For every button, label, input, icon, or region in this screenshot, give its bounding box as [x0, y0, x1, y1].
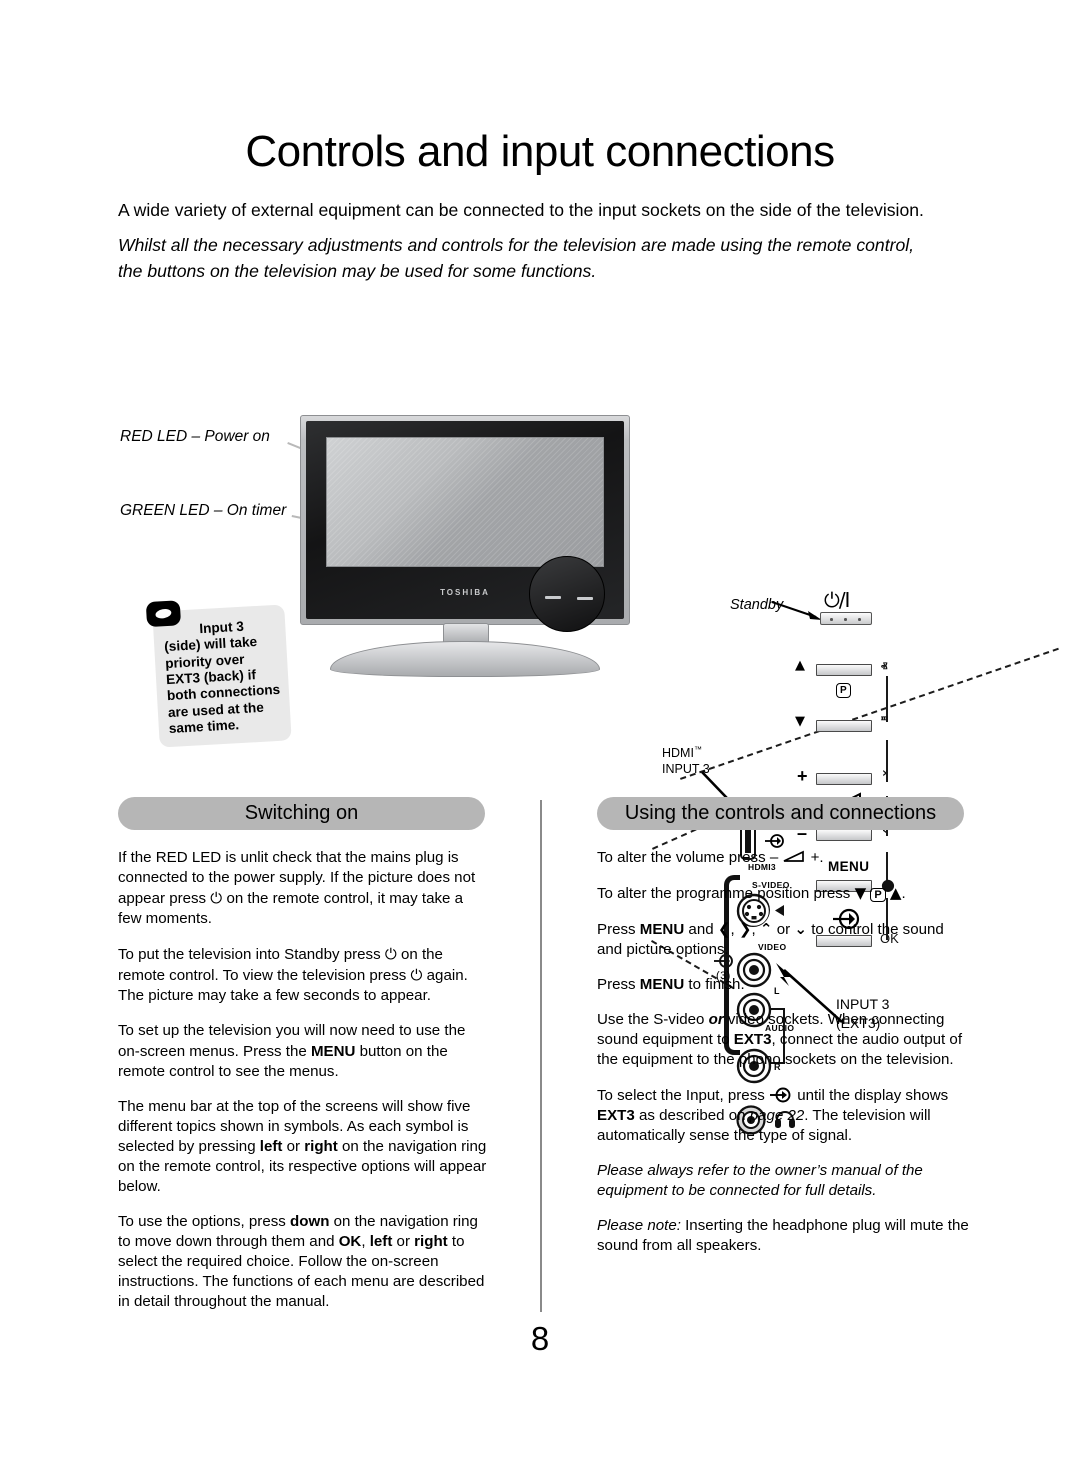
right-paragraph-3: Press MENU and ❮, ❯, ⌃ or ⌄ to control t…	[597, 920, 944, 959]
nav-down-icon: ⌄	[794, 920, 808, 939]
programme-up-icon: ▲	[795, 658, 805, 673]
rp3-or: or	[772, 921, 795, 939]
hdmi-trademark-icon: ™	[693, 745, 702, 754]
input-select-icon	[770, 1087, 791, 1102]
column-divider	[540, 800, 542, 1312]
right-text-column: To alter the volume press – +. To alter …	[597, 848, 969, 1271]
right-paragraph-7: Please always refer to the owner’s manua…	[597, 1161, 923, 1199]
section-header-using-controls: Using the controls and connections	[597, 797, 964, 830]
lp4-or: or	[282, 1137, 305, 1155]
lp4-left: left	[259, 1137, 283, 1155]
lp3-menu: MENU	[310, 1042, 356, 1060]
programme-up-icon: ▲	[889, 884, 902, 903]
power-icon: ⏻	[210, 889, 223, 908]
lp5-or: or	[392, 1233, 415, 1250]
volume-down-key[interactable]	[816, 829, 872, 841]
power-icon: ⏻	[410, 966, 423, 985]
rp5-a: Use the S-video	[597, 1011, 709, 1029]
tv-stand	[300, 623, 630, 677]
rp4-menu: MENU	[639, 976, 685, 994]
rp6-page: page 22	[749, 1106, 805, 1124]
rp6-b: until the display shows	[793, 1086, 949, 1104]
power-icon: ⏻	[384, 945, 397, 964]
note-text: Input 3 (side) will take priority over E…	[163, 617, 283, 737]
lp5-ok: OK	[338, 1233, 362, 1250]
section-header-left-label: Switching on	[244, 802, 359, 824]
section-header-right-label: Using the controls and connections	[624, 802, 937, 824]
programme-down-icon: ▼	[854, 884, 867, 903]
power-symbol: ⏻/I	[824, 588, 850, 612]
nav-right-icon: ›	[882, 766, 888, 781]
right-paragraph-8: Please note: Inserting the headphone plu…	[597, 1216, 969, 1256]
section-header-switching-on: Switching on	[118, 797, 485, 830]
lp5-right: right	[414, 1233, 448, 1250]
rp8-a: Please note:	[597, 1216, 681, 1234]
tv-cabinet: TOSHIBA	[300, 415, 630, 632]
lp4-right: right	[304, 1137, 338, 1155]
green-led-indicator	[577, 597, 593, 600]
rp3-menu: MENU	[639, 921, 685, 939]
lp5-down: down	[290, 1212, 330, 1230]
rp6-a: To select the Input, press	[597, 1086, 769, 1104]
lp5-a: To use the options, press	[118, 1212, 291, 1230]
programme-down-key[interactable]	[816, 720, 872, 732]
volume-symbol-icon	[784, 850, 805, 862]
nav-down-icon: ⱎ	[881, 714, 889, 729]
rp2-a: To alter the programme position press	[597, 885, 855, 903]
led-closeup-circle	[529, 556, 605, 632]
rp1-a: To alter the volume press –	[597, 849, 783, 866]
lp2-a: To put the television into Standby press	[118, 946, 385, 964]
priority-note-box: Input 3 (side) will take priority over E…	[145, 600, 292, 748]
nav-right-icon: ❯	[738, 920, 752, 939]
television-illustration: TOSHIBA	[300, 415, 630, 677]
tv-diagram: RED LED – Power on GREEN LED – On timer …	[0, 290, 1080, 1135]
note-line-1: Input 3	[198, 618, 245, 637]
standby-button[interactable]	[820, 612, 872, 625]
left-paragraph-5: To use the options, press down on the na…	[118, 1212, 490, 1312]
programme-up-key[interactable]	[816, 664, 872, 676]
volume-plus-icon: +	[797, 766, 808, 786]
programme-p-icon: P	[836, 683, 851, 698]
tv-screen	[326, 437, 604, 567]
note-line-7: same time.	[168, 717, 240, 736]
right-paragraph-4: Press MENU to finish.	[597, 975, 969, 995]
rp3-b: and	[684, 921, 718, 939]
nav-up-icon: ⌃	[759, 920, 773, 939]
rp5-or: or	[708, 1011, 724, 1029]
left-text-column: If the RED LED is unlit check that the m…	[118, 848, 490, 1327]
rp4-b: to finish.	[684, 976, 745, 994]
intro-paragraph-2: Whilst all the necessary adjustments and…	[118, 235, 915, 282]
nav-left-icon: ❮	[717, 920, 731, 939]
programme-p-icon: P	[870, 888, 886, 903]
left-paragraph-2: To put the television into Standby press…	[118, 944, 490, 1006]
page-number: 8	[530, 1320, 550, 1357]
red-led-indicator	[545, 596, 561, 599]
rp6-ext3: EXT3	[597, 1106, 635, 1124]
red-led-label: RED LED – Power on	[120, 428, 270, 445]
green-led-label: GREEN LED – On timer	[120, 502, 287, 519]
right-paragraph-6: To select the Input, press until the dis…	[597, 1086, 969, 1146]
lp5-left: left	[369, 1233, 393, 1250]
page-title: Controls and input connections	[245, 127, 835, 177]
right-paragraph-5: Use the S-video or video sockets. When c…	[597, 1010, 969, 1070]
rp5-ext3: EXT3	[733, 1031, 772, 1049]
rp6-c: as described on	[634, 1106, 750, 1124]
intro-paragraph-1: A wide variety of external equipment can…	[118, 200, 924, 220]
left-paragraph-3: To set up the television you will now ne…	[118, 1021, 490, 1081]
left-paragraph-1: If the RED LED is unlit check that the m…	[118, 848, 490, 929]
rp3-a: Press	[597, 921, 640, 939]
nav-up-icon: ⱏ	[881, 660, 888, 675]
programme-down-icon: ▼	[795, 714, 805, 729]
manual-page: Controls and input connections A wide va…	[0, 0, 1080, 1473]
volume-up-key[interactable]	[816, 773, 872, 785]
tv-stand-foot	[330, 641, 600, 677]
rp1-b: +.	[806, 849, 824, 866]
right-paragraph-1: To alter the volume press – +.	[597, 848, 969, 868]
left-paragraph-4: The menu bar at the top of the screens w…	[118, 1097, 490, 1197]
hdmi-label-line1: HDMI	[662, 746, 694, 761]
right-paragraph-2: To alter the programme position press ▼ …	[597, 884, 906, 903]
lp5-comma: ,	[361, 1233, 370, 1250]
rp4-a: Press	[597, 976, 640, 994]
